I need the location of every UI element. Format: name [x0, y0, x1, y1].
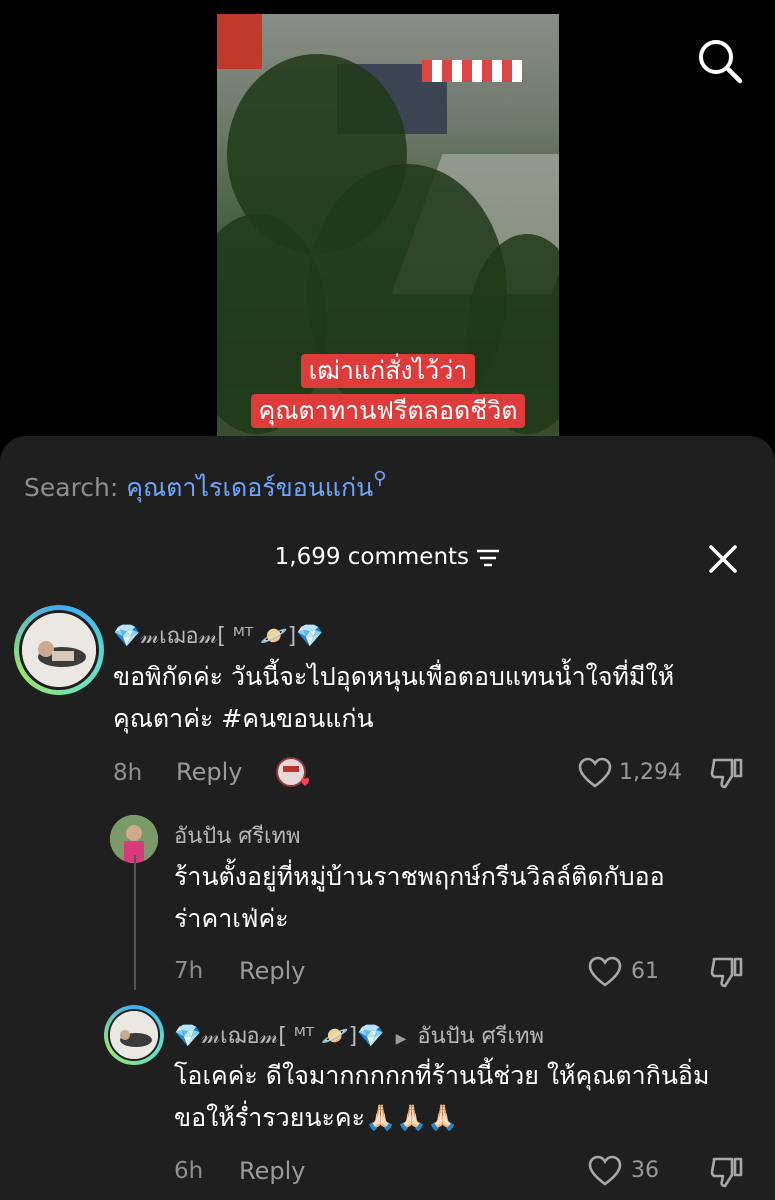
reply-button[interactable]: Reply	[239, 1157, 305, 1185]
comment-text: ขอพิกัดค่ะ วันนี้จะไปอุดหนุนเพื่อตอบแทนน…	[113, 656, 674, 740]
background-awning	[422, 60, 522, 82]
like-count: 36	[631, 1158, 659, 1183]
shop-sign	[217, 14, 262, 69]
reply-arrow-icon: ▶	[395, 1031, 407, 1047]
comment-text-line: ร้านตั้งอยู่ที่หมู่บ้านราชพฤกษ์กรีนวิลล์…	[174, 862, 665, 891]
search-query-link[interactable]: คุณตาไรเดอร์ขอนแก่น	[126, 473, 373, 502]
search-icon[interactable]	[697, 38, 743, 84]
comment-time: 7h	[174, 958, 204, 984]
comment-username[interactable]: 💎𝓂เฌอ𝓂[ ᴹᵀ 🪐]💎	[113, 618, 324, 653]
dislike-icon[interactable]	[710, 1155, 744, 1193]
comment-time: 8h	[113, 760, 143, 786]
dislike-icon[interactable]	[710, 756, 744, 794]
heart-icon[interactable]	[588, 1155, 622, 1191]
comment-text-line: ร่าคาเฟ่ค่ะ	[174, 904, 289, 933]
search-label: Search:	[24, 473, 119, 502]
avatar[interactable]	[108, 1009, 160, 1061]
heart-icon[interactable]	[578, 757, 612, 793]
reply-button[interactable]: Reply	[239, 957, 305, 985]
comment-text-line: ขอพิกัดค่ะ วันนี้จะไปอุดหนุนเพื่อตอบแทนน…	[113, 662, 675, 691]
comment-text-line: โอเคค่ะ ดีใจมากกกกกที่ร้านนี้ช่วย ให้คุณ…	[174, 1061, 710, 1090]
comment-text: ร้านตั้งอยู่ที่หมู่บ้านราชพฤกษ์กรีนวิลล์…	[174, 856, 665, 940]
thread-line	[134, 855, 136, 990]
caption-line: คุณตาทานฟรีตลอดชีวิต	[250, 394, 526, 428]
reply-button[interactable]: Reply	[176, 758, 242, 786]
close-icon[interactable]	[708, 544, 738, 574]
liked-by-creator-icon	[275, 756, 311, 792]
dislike-icon[interactable]	[710, 955, 744, 993]
comment-time: 6h	[174, 1158, 204, 1184]
comment-count: 1,699 comments	[274, 544, 470, 570]
filter-icon[interactable]	[476, 548, 500, 568]
comment-username[interactable]: 💎𝓂เฌอ𝓂[ ᴹᵀ 🪐]💎 ▶ อันปัน ศรีเทพ	[174, 1018, 544, 1053]
heart-icon[interactable]	[588, 956, 622, 992]
comment-text-line: คุณตาค่ะ #คนขอนแก่น	[113, 704, 374, 733]
like-count: 61	[631, 959, 659, 984]
related-search[interactable]: Search: คุณตาไรเดอร์ขอนแก่น⚲	[24, 468, 386, 508]
comment-text: โอเคค่ะ ดีใจมากกกกกที่ร้านนี้ช่วย ให้คุณ…	[174, 1055, 709, 1139]
search-small-icon: ⚲	[373, 468, 387, 489]
comment-username-text: 💎𝓂เฌอ𝓂[ ᴹᵀ 🪐]💎	[174, 1024, 385, 1049]
comment-username[interactable]: อันปัน ศรีเทพ	[174, 818, 301, 853]
avatar[interactable]	[19, 610, 99, 690]
like-count: 1,294	[619, 760, 682, 785]
comment-text-line: ขอให้ร่ำรวยนะคะ🙏🏻🙏🏻🙏🏻	[174, 1103, 459, 1132]
caption-line: เฒ่าแก่สั่งไว้ว่า	[300, 354, 476, 388]
comments-header: 1,699 comments	[0, 544, 775, 570]
reply-to-username[interactable]: อันปัน ศรีเทพ	[417, 1024, 544, 1049]
video-player[interactable]: เฒ่าแก่สั่งไว้ว่า คุณตาทานฟรีตลอดชีวิต	[217, 14, 559, 444]
video-caption: เฒ่าแก่สั่งไว้ว่า คุณตาทานฟรีตลอดชีวิต	[217, 354, 559, 428]
